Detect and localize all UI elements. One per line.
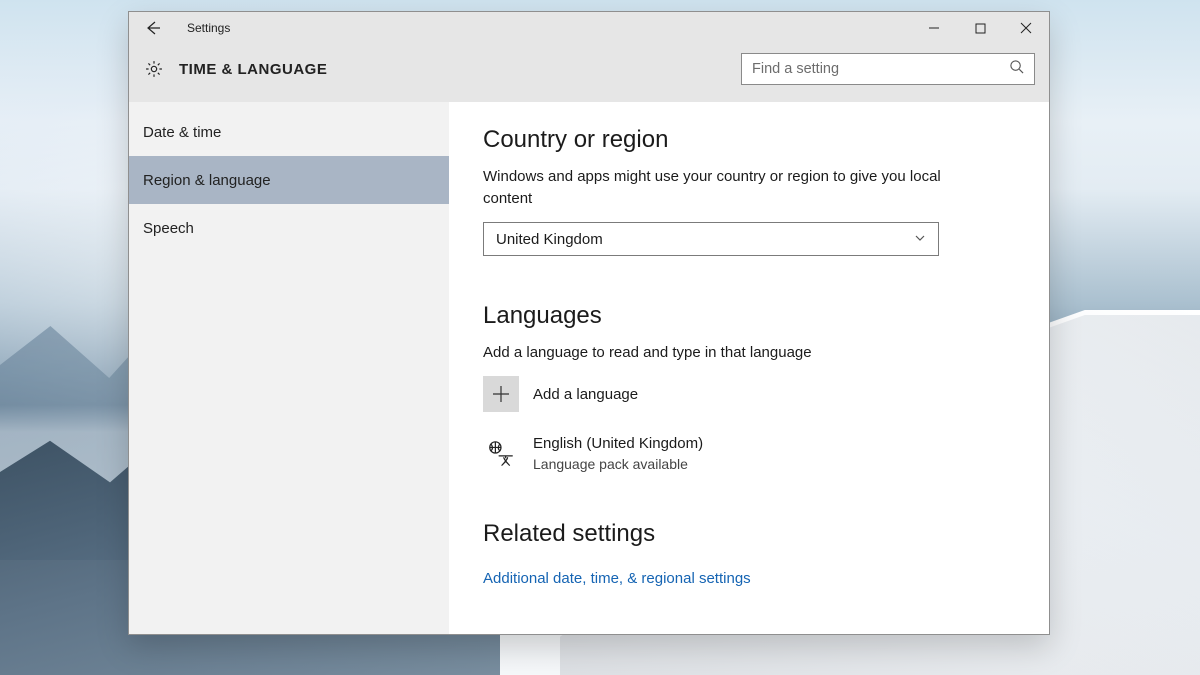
window-title: Settings — [187, 21, 230, 35]
settings-window: Settings TIME & LANGUAGE — [128, 11, 1050, 635]
minimize-button[interactable] — [911, 12, 957, 44]
gear-icon — [143, 58, 165, 80]
languages-description: Add a language to read and type in that … — [483, 342, 943, 364]
search-input[interactable] — [752, 61, 1009, 77]
heading-languages: Languages — [483, 302, 1015, 330]
content-area: Country or region Windows and apps might… — [449, 102, 1049, 634]
sidebar-item-label: Date & time — [143, 124, 221, 141]
sidebar: Date & time Region & language Speech — [129, 102, 449, 634]
add-language-button[interactable]: Add a language — [483, 376, 1015, 412]
search-box[interactable] — [741, 53, 1035, 85]
heading-country-region: Country or region — [483, 126, 1015, 154]
link-additional-regional-settings[interactable]: Additional date, time, & regional settin… — [483, 570, 751, 587]
language-icon — [483, 436, 519, 472]
plus-icon — [483, 376, 519, 412]
chevron-down-icon — [914, 231, 926, 248]
sidebar-item-label: Region & language — [143, 172, 271, 189]
back-button[interactable] — [129, 12, 177, 44]
search-icon — [1009, 59, 1024, 79]
page-header: TIME & LANGUAGE — [129, 44, 1049, 102]
language-item[interactable]: English (United Kingdom) Language pack a… — [483, 434, 1015, 474]
page-title: TIME & LANGUAGE — [179, 61, 327, 78]
region-description: Windows and apps might use your country … — [483, 166, 943, 210]
sidebar-item-region-language[interactable]: Region & language — [129, 156, 449, 204]
arrow-left-icon — [145, 20, 161, 36]
country-select[interactable]: United Kingdom — [483, 222, 939, 256]
titlebar: Settings — [129, 12, 1049, 44]
country-select-value: United Kingdom — [496, 231, 603, 248]
maximize-icon — [975, 23, 986, 34]
sidebar-item-speech[interactable]: Speech — [129, 204, 449, 252]
close-button[interactable] — [1003, 12, 1049, 44]
maximize-button[interactable] — [957, 12, 1003, 44]
language-name: English (United Kingdom) — [533, 434, 703, 454]
heading-related-settings: Related settings — [483, 520, 1015, 548]
close-icon — [1020, 22, 1032, 34]
desktop-background: Settings TIME & LANGUAGE — [0, 0, 1200, 675]
sidebar-item-date-time[interactable]: Date & time — [129, 108, 449, 156]
minimize-icon — [928, 22, 940, 34]
add-language-label: Add a language — [533, 386, 638, 403]
language-status: Language pack available — [533, 454, 703, 474]
sidebar-item-label: Speech — [143, 220, 194, 237]
